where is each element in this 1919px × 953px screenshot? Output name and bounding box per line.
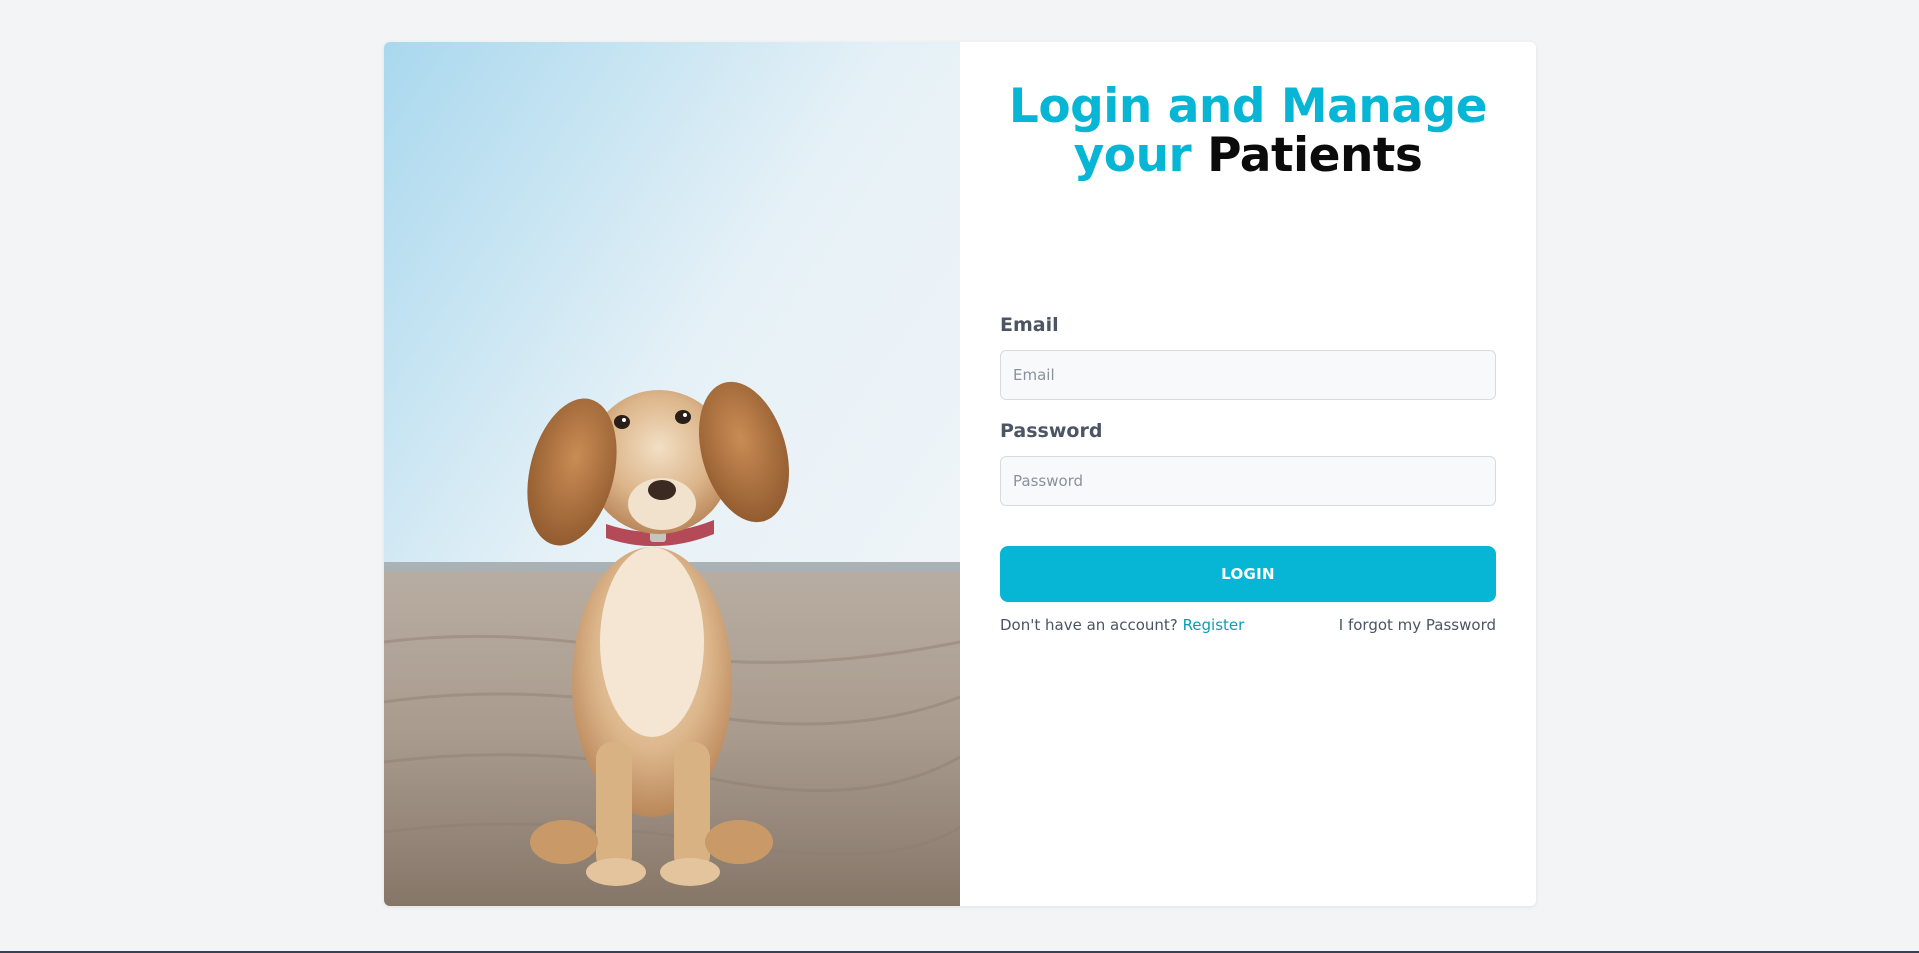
login-footer: Don't have an account? Register I forgot… <box>1000 616 1496 634</box>
headline-your: your <box>1073 128 1192 183</box>
email-field[interactable] <box>1000 350 1496 400</box>
login-form-panel: Login and Manage your Patients Email Pas… <box>960 42 1536 906</box>
register-link[interactable]: Register <box>1183 616 1245 634</box>
password-field[interactable] <box>1000 456 1496 506</box>
forgot-password-link[interactable]: I forgot my Password <box>1339 616 1496 634</box>
headline-line1: Login and Manage <box>1008 79 1488 134</box>
email-label: Email <box>1000 314 1059 336</box>
password-label: Password <box>1000 420 1103 442</box>
login-button[interactable]: LOGIN <box>1000 546 1496 602</box>
login-page: Login and Manage your Patients Email Pas… <box>0 0 1919 953</box>
headline-patients: Patients <box>1207 128 1423 183</box>
register-prompt: Don't have an account? Register <box>1000 616 1244 634</box>
no-account-text: Don't have an account? <box>1000 616 1178 634</box>
puppy-photo <box>384 42 960 906</box>
page-title: Login and Manage your Patients <box>960 82 1536 180</box>
login-card: Login and Manage your Patients Email Pas… <box>384 42 1536 906</box>
